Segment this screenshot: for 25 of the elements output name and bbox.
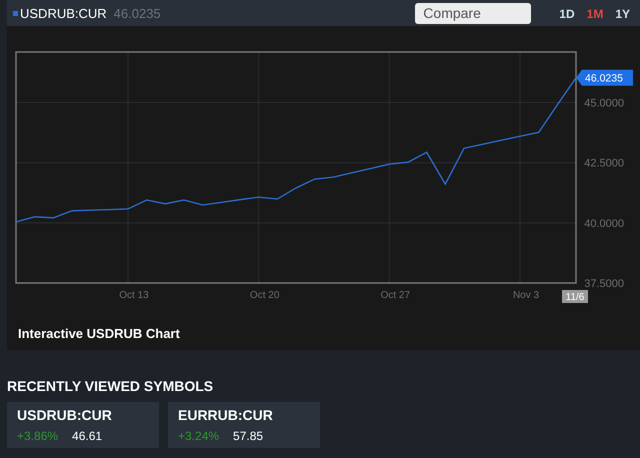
last-date-tag: 11/6: [562, 290, 588, 303]
range-tab[interactable]: 1D: [553, 6, 581, 20]
chart-title: Interactive USDRUB Chart: [18, 326, 180, 341]
symbol-card[interactable]: USDRUB:CUR +3.86% 46.61: [7, 402, 159, 448]
symbol-name: USDRUB:CUR: [20, 6, 107, 20]
symbol-card[interactable]: EURRUB:CUR +3.24% 57.85: [168, 402, 320, 448]
percent-change: +3.86%: [17, 429, 58, 443]
y-axis-label: 40.0000: [584, 218, 624, 230]
symbol-price: 46.61: [72, 429, 102, 443]
section-heading: RECENTLY VIEWED SYMBOLS: [7, 378, 214, 394]
x-axis-label: Nov 3: [512, 290, 540, 301]
symbol-name: EURRUB:CUR: [178, 407, 274, 423]
symbol-price: 46.0235: [114, 6, 161, 20]
x-axis-label: Oct 13: [119, 290, 149, 301]
y-axis-label: 37.5000: [584, 278, 624, 290]
y-axis-label: 45.0000: [584, 98, 624, 110]
x-axis-label: Oct 20: [250, 290, 280, 301]
percent-change: +3.24%: [178, 429, 220, 443]
x-axis-label: Oct 27: [380, 290, 410, 301]
symbol-name: USDRUB:CUR: [17, 407, 113, 423]
range-tab[interactable]: 1Y: [609, 6, 636, 20]
y-axis-label: 42.5000: [584, 158, 624, 170]
compare-field[interactable]: Compare: [415, 2, 532, 24]
last-value-tag: 46.0235: [576, 70, 633, 86]
symbol-price: 57.85: [233, 429, 264, 443]
